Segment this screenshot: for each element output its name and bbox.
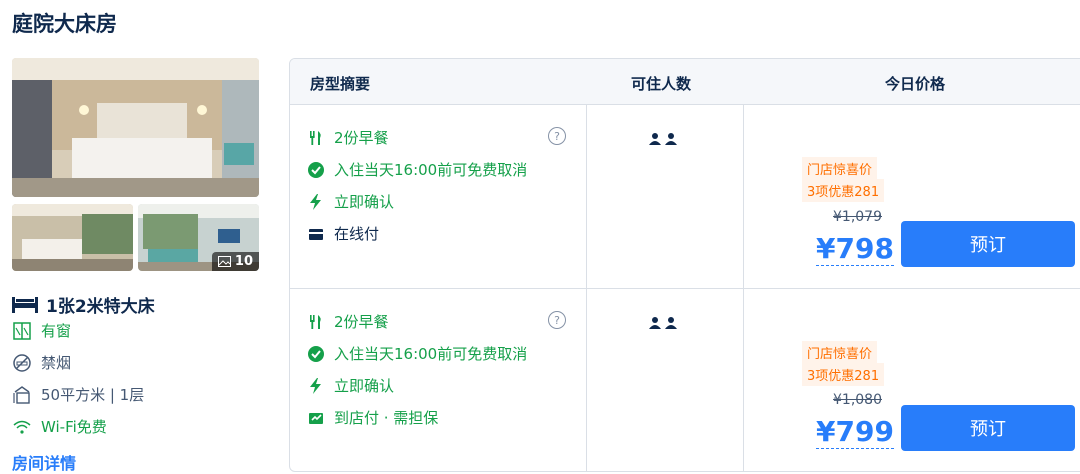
promo-detail[interactable]: 3项优惠281 bbox=[802, 363, 885, 386]
wifi-feature: Wi-Fi免费 bbox=[12, 416, 107, 437]
person-icon bbox=[649, 133, 661, 145]
payment-policy: 到店付 · 需担保 bbox=[308, 407, 438, 428]
room-photo-thumb-image bbox=[12, 204, 133, 271]
current-price[interactable]: ¥798 bbox=[816, 233, 894, 266]
person-icon bbox=[649, 317, 661, 329]
confirm-policy: 立即确认 bbox=[308, 375, 394, 396]
header-summary: 房型摘要 bbox=[310, 75, 371, 93]
smoking-label: 禁烟 bbox=[41, 354, 72, 372]
rate-table-header: 房型摘要 可住人数 今日价格 bbox=[290, 59, 1080, 105]
smoking-feature: 禁烟 bbox=[12, 352, 71, 373]
payment-label: 在线付 bbox=[334, 225, 380, 243]
breakfast-policy: 2份早餐 bbox=[308, 311, 389, 332]
photo-count: 10 bbox=[234, 254, 253, 269]
confirm-label: 立即确认 bbox=[334, 377, 395, 395]
lightning-icon bbox=[310, 193, 321, 210]
person-icon bbox=[665, 133, 677, 145]
person-icon bbox=[665, 317, 677, 329]
wifi-icon bbox=[13, 420, 31, 434]
bed-label: 1张2米特大床 bbox=[46, 297, 155, 317]
row-divider bbox=[290, 288, 1080, 289]
room-title: 庭院大床房 bbox=[12, 12, 117, 36]
room-photo-thumb[interactable]: 10 bbox=[138, 204, 259, 271]
header-price: 今日价格 bbox=[885, 75, 946, 93]
room-photo-thumb[interactable] bbox=[12, 204, 133, 271]
breakfast-label: 2份早餐 bbox=[334, 313, 389, 331]
bed-info: 1张2米特大床 bbox=[12, 292, 155, 317]
cancel-policy: 入住当天16:00前可免费取消 bbox=[308, 343, 527, 364]
lightning-icon bbox=[310, 377, 321, 394]
room-photo-main[interactable] bbox=[12, 58, 259, 197]
room-details-link[interactable]: 房间详情 bbox=[12, 450, 76, 474]
help-icon[interactable]: ? bbox=[548, 127, 566, 145]
check-circle-icon bbox=[308, 161, 324, 178]
cancel-label: 入住当天16:00前可免费取消 bbox=[334, 161, 528, 179]
original-price: ¥1,080 bbox=[833, 392, 882, 408]
confirm-policy: 立即确认 bbox=[308, 191, 394, 212]
image-icon bbox=[217, 256, 231, 267]
promo-badge: 门店惊喜价 bbox=[802, 341, 878, 364]
area-feature: 50平方米 | 1层 bbox=[12, 384, 144, 405]
photo-count-badge[interactable]: 10 bbox=[211, 252, 259, 271]
book-button[interactable]: 预订 bbox=[901, 405, 1075, 451]
card-icon bbox=[309, 228, 323, 240]
breakfast-label: 2份早餐 bbox=[334, 129, 389, 147]
cancel-label: 入住当天16:00前可免费取消 bbox=[334, 345, 528, 363]
promo-badge: 门店惊喜价 bbox=[802, 157, 878, 180]
payment-label: 到店付 · 需担保 bbox=[334, 409, 439, 427]
bed-icon bbox=[12, 296, 38, 313]
room-photo-image bbox=[12, 58, 259, 197]
help-icon[interactable]: ? bbox=[548, 311, 566, 329]
promo-detail[interactable]: 3项优惠281 bbox=[802, 179, 885, 202]
guest-capacity bbox=[649, 317, 677, 329]
check-circle-icon bbox=[308, 345, 324, 362]
area-icon bbox=[13, 385, 30, 404]
guest-capacity bbox=[649, 133, 677, 145]
window-icon bbox=[13, 321, 31, 340]
rate-table: 房型摘要 可住人数 今日价格 2份早餐 ? 入住当天16:00前可免费取消 立即… bbox=[289, 58, 1080, 472]
wifi-label: Wi-Fi免费 bbox=[41, 418, 107, 436]
breakfast-policy: 2份早餐 bbox=[308, 127, 389, 148]
current-price[interactable]: ¥799 bbox=[816, 416, 894, 449]
cutlery-icon bbox=[310, 314, 321, 329]
window-label: 有窗 bbox=[41, 322, 72, 340]
confirm-label: 立即确认 bbox=[334, 193, 395, 211]
book-button[interactable]: 预订 bbox=[901, 221, 1075, 267]
header-guests: 可住人数 bbox=[631, 75, 692, 93]
area-label: 50平方米 | 1层 bbox=[41, 386, 145, 404]
guarantee-card-icon bbox=[309, 412, 323, 424]
window-feature: 有窗 bbox=[12, 320, 71, 341]
no-smoking-icon bbox=[13, 353, 31, 372]
original-price: ¥1,079 bbox=[833, 209, 882, 225]
cutlery-icon bbox=[310, 130, 321, 145]
cancel-policy: 入住当天16:00前可免费取消 bbox=[308, 159, 527, 180]
payment-policy: 在线付 bbox=[308, 223, 379, 244]
